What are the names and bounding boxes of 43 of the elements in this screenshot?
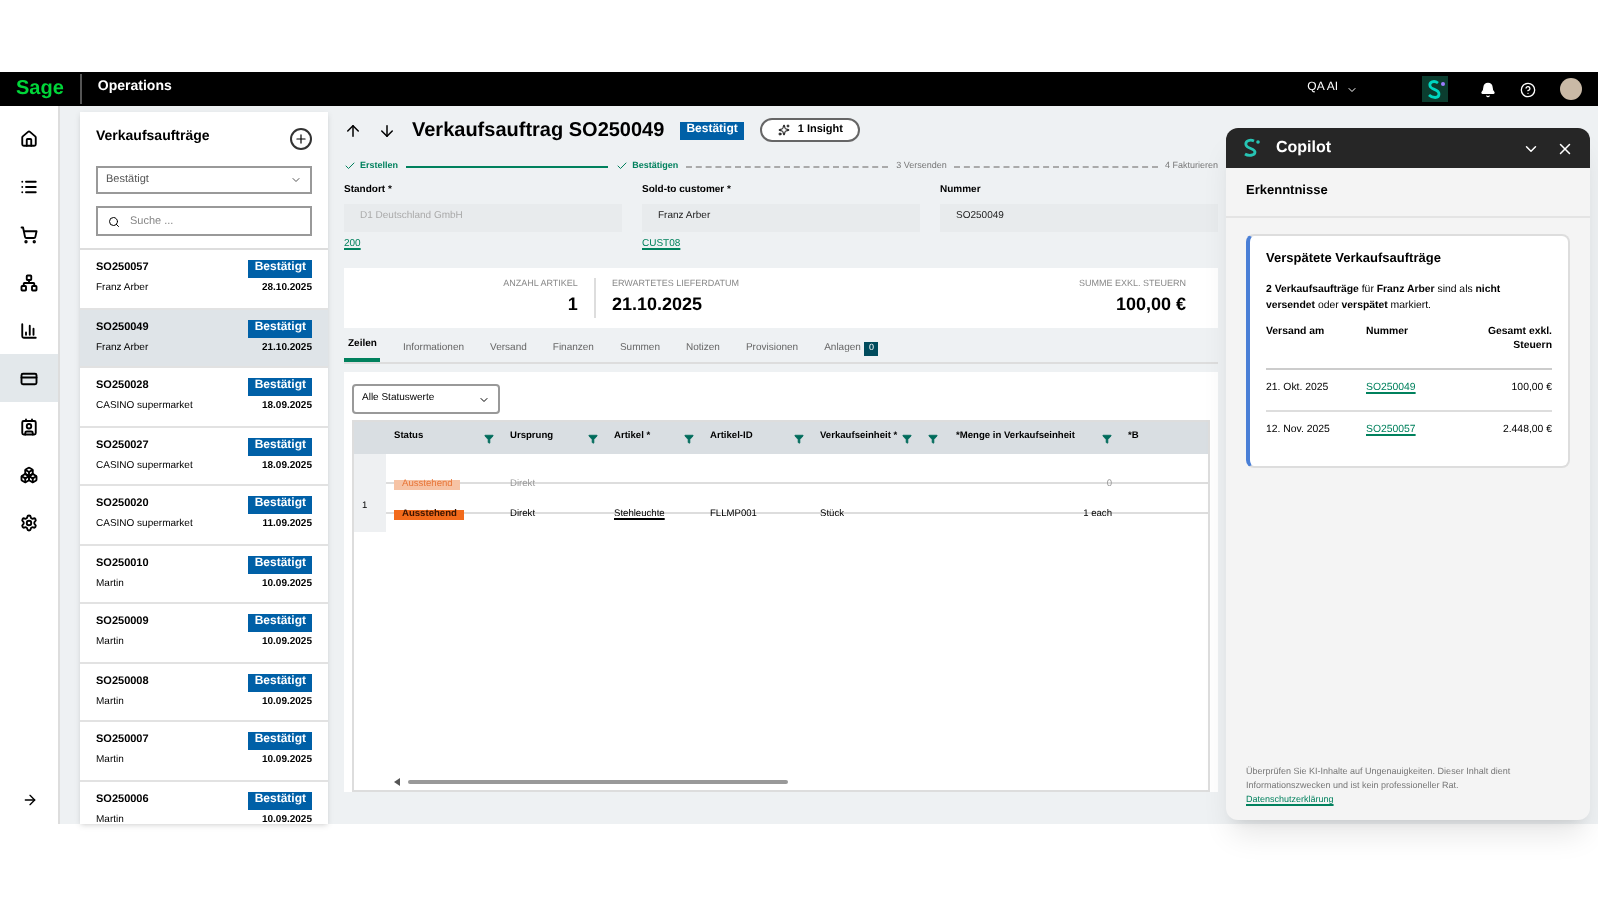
horizontal-scrollbar[interactable]	[408, 780, 788, 784]
notifications-icon[interactable]	[1480, 81, 1496, 97]
add-button[interactable]	[290, 128, 312, 150]
plus-icon	[294, 132, 308, 146]
list-icon	[20, 177, 38, 195]
boxes-icon	[20, 465, 38, 483]
card-icon	[20, 369, 38, 387]
settings-icon	[20, 513, 38, 531]
previous-icon[interactable]	[344, 121, 362, 139]
page-title: Verkaufsauftrag SO250049	[412, 117, 665, 145]
scroll-left-icon[interactable]	[394, 778, 400, 786]
expand-icon[interactable]	[21, 792, 37, 808]
caret-icon	[478, 393, 490, 405]
search-icon	[108, 215, 120, 227]
cart-icon	[20, 225, 38, 243]
sitemap-icon	[20, 273, 38, 291]
check-icon	[344, 160, 356, 172]
filter-icon[interactable]	[484, 433, 494, 443]
home-icon	[20, 129, 38, 147]
summary-value: 1	[567, 291, 578, 318]
bar-chart-icon	[20, 321, 38, 339]
filter-icon[interactable]	[902, 433, 912, 443]
summary-value: 21.10.2025	[611, 291, 702, 318]
check-icon	[616, 160, 629, 172]
filter-icon[interactable]	[794, 433, 804, 443]
caret-icon	[1346, 83, 1358, 95]
close-icon[interactable]	[1556, 139, 1574, 157]
logo: Sage	[16, 74, 82, 104]
help-icon[interactable]	[1520, 81, 1536, 97]
copilot-logo-icon[interactable]	[1422, 76, 1448, 102]
filter-icon[interactable]	[684, 433, 694, 443]
caret-icon	[290, 174, 302, 186]
copilot-title: Copilot	[1276, 136, 1334, 160]
avatar[interactable]	[1560, 78, 1582, 100]
sparkle-icon	[777, 124, 790, 136]
summary-value: 100,00 €	[1115, 291, 1186, 318]
filter-icon[interactable]	[588, 433, 598, 443]
filter-icon[interactable]	[1102, 433, 1112, 443]
next-icon[interactable]	[378, 121, 396, 139]
filter-icon[interactable]	[928, 433, 938, 443]
nav-item[interactable]	[0, 354, 58, 402]
copilot-logo-icon	[1242, 138, 1260, 158]
contact-card-icon	[20, 417, 38, 435]
